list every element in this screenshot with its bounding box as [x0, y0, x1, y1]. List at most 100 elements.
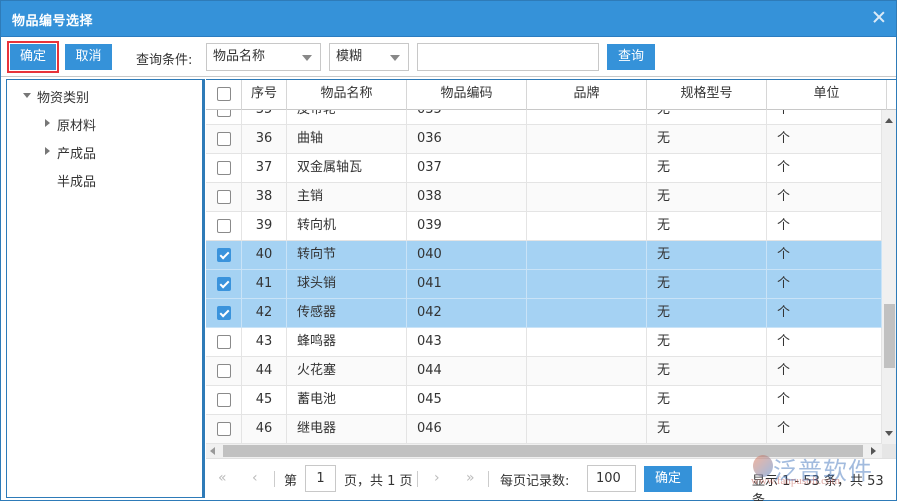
collapsed-arrow-icon[interactable] — [45, 147, 50, 155]
per-page-input[interactable]: 100 — [587, 465, 636, 492]
item-grid: 序号 物品名称 物品编码 品牌 规格型号 单位 35皮带轮035无个36曲轴03… — [206, 79, 896, 501]
row-checkbox[interactable] — [217, 277, 231, 291]
header-spec[interactable]: 规格型号 — [647, 80, 767, 110]
row-checkbox[interactable] — [217, 393, 231, 407]
table-row[interactable]: 38 主销 038 无个 — [206, 183, 882, 212]
table-row[interactable]: 35皮带轮035 无个 — [206, 110, 882, 125]
divider — [417, 471, 418, 487]
vertical-scroll-thumb[interactable] — [884, 303, 895, 368]
cell-unit: 个 — [767, 270, 882, 299]
query-condition-label: 查询条件: — [136, 53, 193, 68]
cell-spec: 无 — [647, 386, 767, 415]
cell-serial: 37 — [242, 154, 287, 183]
row-checkbox[interactable] — [217, 335, 231, 349]
record-summary: 显示 1 - 53 条，共 53 条 — [752, 474, 884, 501]
page-number-input[interactable]: 1 — [305, 465, 336, 492]
select-all-checkbox[interactable] — [217, 87, 231, 101]
expanded-arrow-icon[interactable] — [23, 93, 31, 98]
next-page-icon[interactable]: › — [434, 470, 440, 486]
cell-item-name: 蓄电池 — [287, 386, 407, 415]
collapsed-arrow-icon[interactable] — [45, 119, 50, 127]
cancel-button[interactable]: 取消 — [65, 44, 112, 70]
cell-item-code: 039 — [407, 212, 527, 241]
cell-checkbox — [206, 241, 242, 270]
first-page-icon[interactable]: « — [218, 470, 227, 486]
cell-brand — [527, 183, 647, 212]
cell-brand — [527, 415, 647, 444]
table-row[interactable]: 39 转向机 039 无个 — [206, 212, 882, 241]
scroll-right-icon[interactable] — [871, 447, 876, 455]
cell-item-name: 主销 — [287, 183, 407, 212]
cell-brand — [527, 357, 647, 386]
prev-page-icon[interactable]: ‹ — [252, 470, 258, 486]
table-row[interactable]: 45 蓄电池 045 无个 — [206, 386, 882, 415]
row-checkbox[interactable] — [217, 190, 231, 204]
per-page-confirm-button[interactable]: 确定 — [644, 466, 692, 492]
cell-serial: 35 — [242, 110, 287, 125]
last-page-icon[interactable]: » — [466, 470, 475, 486]
cell-unit: 个 — [767, 110, 882, 125]
row-checkbox[interactable] — [217, 161, 231, 175]
cell-brand — [527, 154, 647, 183]
match-mode-value: 模糊 — [336, 49, 363, 64]
table-row[interactable]: 44 火花塞 044 无个 — [206, 357, 882, 386]
category-tree: 物资类别 原材料 产成品 半成品 — [6, 79, 205, 498]
horizontal-scrollbar[interactable] — [206, 444, 882, 458]
scroll-down-icon[interactable] — [885, 431, 893, 436]
cell-unit: 个 — [767, 386, 882, 415]
table-row[interactable]: 46 继电器 046 无个 — [206, 415, 882, 444]
table-row[interactable]: 40 转向节 040 无个 — [206, 241, 882, 270]
tree-node-finished-products[interactable]: 产成品 — [43, 143, 96, 162]
close-icon[interactable] — [870, 8, 888, 26]
header-unit[interactable]: 单位 — [767, 80, 887, 110]
header-brand[interactable]: 品牌 — [527, 80, 647, 110]
vertical-scrollbar[interactable] — [882, 110, 896, 444]
tree-node-semi-finished[interactable]: 半成品 — [57, 171, 96, 190]
cell-brand — [527, 386, 647, 415]
cell-item-code: 038 — [407, 183, 527, 212]
header-serial[interactable]: 序号 — [242, 80, 287, 110]
row-checkbox[interactable] — [217, 364, 231, 378]
search-input[interactable] — [417, 43, 599, 71]
query-field-select[interactable]: 物品名称 — [206, 43, 321, 71]
search-button[interactable]: 查询 — [607, 44, 655, 70]
table-row[interactable]: 37 双金属轴瓦 037 无个 — [206, 154, 882, 183]
cell-item-code: 037 — [407, 154, 527, 183]
cell-checkbox — [206, 299, 242, 328]
row-checkbox[interactable] — [217, 110, 231, 117]
cell-checkbox — [206, 357, 242, 386]
header-item-code[interactable]: 物品编码 — [407, 80, 527, 110]
per-page-label: 每页记录数: — [500, 474, 570, 489]
horizontal-scroll-thumb[interactable] — [223, 445, 863, 457]
table-row[interactable]: 36 曲轴 036 无个 — [206, 125, 882, 154]
row-checkbox[interactable] — [217, 132, 231, 146]
tree-node-label: 半成品 — [57, 175, 97, 190]
row-checkbox[interactable] — [217, 248, 231, 262]
scroll-left-icon[interactable] — [210, 447, 215, 455]
scroll-up-icon[interactable] — [885, 118, 893, 123]
cell-item-name: 火花塞 — [287, 357, 407, 386]
match-mode-select[interactable]: 模糊 — [329, 43, 409, 71]
table-row[interactable]: 41 球头销 041 无个 — [206, 270, 882, 299]
cell-item-code: 046 — [407, 415, 527, 444]
item-code-select-dialog: 物品编号选择 确定 取消 查询条件: 物品名称 模糊 查询 物资类别 原材料 产… — [0, 0, 897, 501]
chevron-down-icon — [302, 55, 312, 61]
header-item-name[interactable]: 物品名称 — [287, 80, 407, 110]
cell-serial: 45 — [242, 386, 287, 415]
header-select-all — [206, 80, 242, 110]
cell-item-name: 转向机 — [287, 212, 407, 241]
cell-item-code: 042 — [407, 299, 527, 328]
confirm-button[interactable]: 确定 — [7, 41, 59, 73]
row-checkbox[interactable] — [217, 422, 231, 436]
row-checkbox[interactable] — [217, 219, 231, 233]
tree-node-root[interactable]: 物资类别 — [21, 87, 89, 106]
chevron-down-icon — [390, 55, 400, 61]
page-total-text: 页，共 1 页 — [344, 474, 413, 489]
cell-brand — [527, 241, 647, 270]
cell-brand — [527, 125, 647, 154]
table-row[interactable]: 42 传感器 042 无个 — [206, 299, 882, 328]
tree-node-raw-materials[interactable]: 原材料 — [43, 115, 96, 134]
row-checkbox[interactable] — [217, 306, 231, 320]
cell-spec: 无 — [647, 183, 767, 212]
table-row[interactable]: 43 蜂鸣器 043 无个 — [206, 328, 882, 357]
